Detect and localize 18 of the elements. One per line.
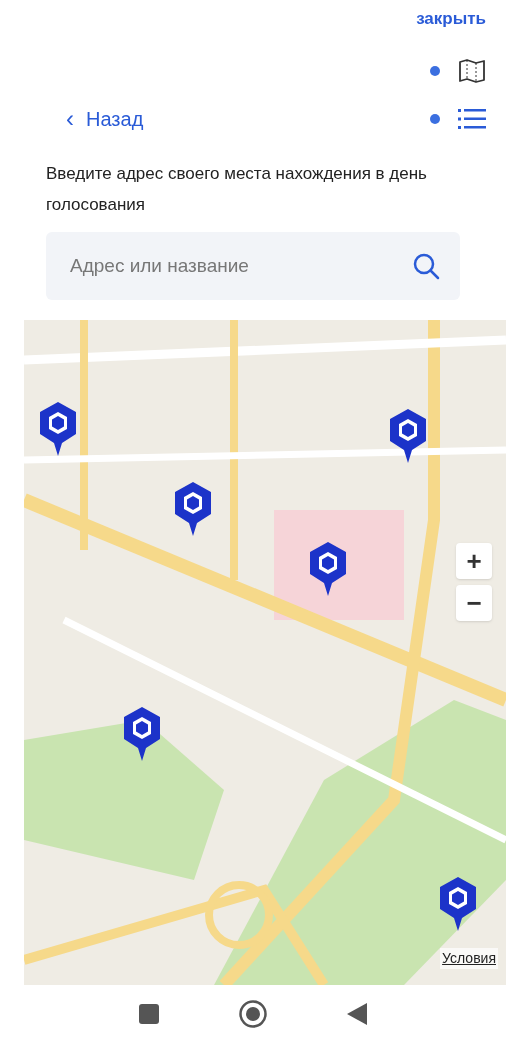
location-pin-icon[interactable]	[123, 707, 161, 761]
location-pin-icon[interactable]	[439, 877, 477, 931]
location-pin-icon[interactable]	[174, 482, 212, 536]
location-pin-icon[interactable]	[389, 409, 427, 463]
list-icon[interactable]	[458, 108, 486, 130]
map-icon[interactable]	[458, 58, 486, 84]
location-pin-icon[interactable]	[39, 402, 77, 456]
terms-link[interactable]: Условия	[440, 948, 498, 969]
back-nav-icon[interactable]	[347, 1003, 367, 1025]
zoom-out-button[interactable]: −	[456, 585, 492, 621]
search-field[interactable]: Адрес или название	[46, 232, 460, 300]
instruction-text: Введите адрес своего места нахождения в день голосования	[45, 163, 428, 216]
location-pin-icon[interactable]	[309, 542, 347, 596]
close-link[interactable]: закрыть	[416, 6, 486, 30]
search-icon[interactable]	[412, 252, 440, 280]
zoom-in-button[interactable]: +	[456, 543, 492, 579]
home-nav-icon[interactable]	[239, 1000, 267, 1028]
back-link[interactable]: ‹ Назад	[66, 104, 144, 134]
